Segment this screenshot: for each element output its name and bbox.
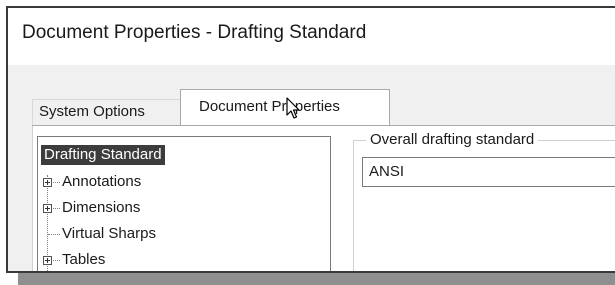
overall-drafting-standard-group: Overall drafting standard ANSI: [353, 131, 615, 271]
tab-strip: System Options Document Properties: [8, 65, 615, 126]
plus-expander-icon[interactable]: [43, 256, 52, 265]
tree-connector: [53, 182, 60, 184]
tree-item-label: Dimensions: [62, 199, 141, 216]
tab-system-options[interactable]: System Options: [32, 99, 182, 125]
tree-item-drafting-standard[interactable]: Drafting Standard: [41, 145, 165, 170]
plus-expander-icon[interactable]: [43, 178, 52, 187]
properties-tree[interactable]: Drafting Standard Annotations Dimensions: [37, 136, 331, 271]
mouse-pointer-icon: [286, 97, 300, 119]
drafting-standard-select[interactable]: ANSI: [362, 157, 615, 187]
title-bar[interactable]: Document Properties - Drafting Standard: [8, 8, 615, 65]
tree-item-label: Drafting Standard: [41, 145, 165, 165]
window-title: Document Properties - Drafting Standard: [22, 22, 367, 43]
tab-panel: Drafting Standard Annotations Dimensions: [32, 126, 615, 271]
selected-standard-value: ANSI: [369, 163, 405, 180]
tree-item-label: Virtual Sharps: [62, 225, 156, 242]
tab-label: System Options: [39, 103, 145, 120]
tab-document-properties[interactable]: Document Properties: [180, 89, 390, 126]
tree-connector: [48, 234, 60, 236]
tree-connector: [53, 208, 60, 210]
tree-item-label: Tables: [62, 251, 106, 268]
group-label: Overall drafting standard: [366, 131, 539, 148]
tree-item-label: Annotations: [62, 173, 142, 190]
tab-label: Document Properties: [199, 98, 340, 115]
tree-connector: [53, 260, 60, 262]
plus-expander-icon[interactable]: [43, 204, 52, 213]
dialog-client-area: System Options Document Properties Draft…: [8, 65, 615, 271]
document-properties-dialog: Document Properties - Drafting Standard …: [6, 6, 615, 273]
